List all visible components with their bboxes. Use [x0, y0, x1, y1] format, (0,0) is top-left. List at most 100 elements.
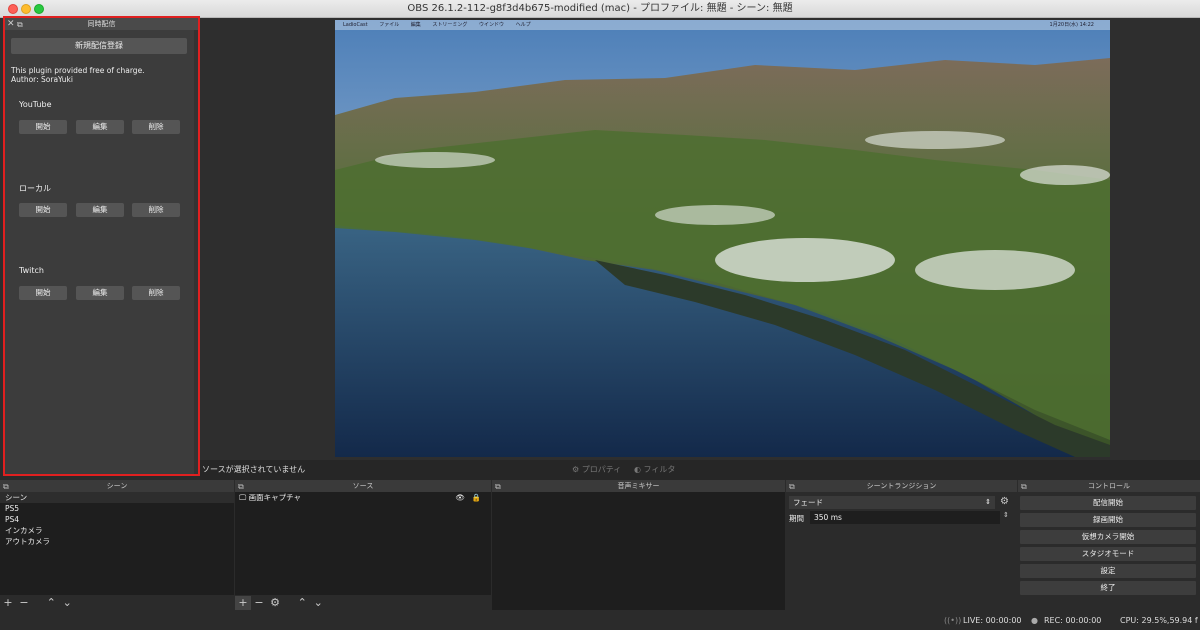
chevron-updown-icon: ⇕	[985, 498, 991, 506]
scenes-title: シーン	[106, 482, 128, 490]
rec-timer: REC: 00:00:00	[1044, 616, 1102, 625]
scene-item[interactable]: PS4	[0, 514, 234, 525]
dock-scrollbar[interactable]	[194, 30, 198, 474]
transitions-title: シーントランジション	[866, 482, 937, 490]
float-dock-icon[interactable]: ⧉	[789, 481, 795, 493]
minimize-window-button[interactable]	[21, 4, 31, 14]
filter-icon: ◐	[634, 465, 641, 474]
duration-label: 期間	[789, 514, 804, 523]
scene-item[interactable]: インカメラ	[0, 525, 234, 536]
lock-icon[interactable]: 🔒	[472, 492, 481, 503]
transition-select[interactable]: フェード ⇕	[789, 496, 995, 509]
preview-menu-item: LadioCast	[343, 22, 368, 28]
local-start-button[interactable]: 開始	[19, 203, 67, 217]
simulcast-dock: ✕ ⧉ 同時配信 新規配信登録 This plugin provided fre…	[3, 16, 200, 476]
youtube-start-button[interactable]: 開始	[19, 120, 67, 134]
twitch-start-button[interactable]: 開始	[19, 286, 67, 300]
window-title: OBS 26.1.2-112-g8f3d4b675-modified (mac)…	[407, 3, 793, 14]
twitch-delete-button[interactable]: 削除	[132, 286, 180, 300]
preview-menu-item: ヘルプ	[515, 22, 531, 28]
duration-input[interactable]: 350 ms	[810, 511, 1000, 524]
preview-menubar: LadioCast ファイル 編集 ストリーミング ウインドウ ヘルプ 1月20…	[335, 20, 1110, 30]
eye-icon[interactable]: 👁	[455, 492, 465, 503]
sources-list: 🖵 画面キャプチャ 👁 🔒	[235, 492, 491, 595]
add-scene-icon[interactable]: +	[0, 596, 16, 610]
properties-label: プロパティ	[581, 465, 622, 474]
exit-button[interactable]: 終了	[1020, 581, 1196, 595]
move-down-icon[interactable]: ⌄	[310, 596, 326, 610]
mixer-title: 音声ミキサー	[617, 482, 660, 490]
transitions-header: ⧉ シーントランジション	[786, 480, 1017, 492]
preview-clock: 1月20日(水) 14:22	[1049, 22, 1094, 28]
monitor-icon: 🖵	[239, 493, 247, 502]
remove-source-icon[interactable]: −	[251, 596, 267, 610]
start-streaming-button[interactable]: 配信開始	[1020, 496, 1196, 510]
scenes-header: ⧉ シーン	[0, 480, 234, 492]
local-delete-button[interactable]: 削除	[132, 203, 180, 217]
properties-button[interactable]: ⚙ プロパティ	[572, 460, 621, 480]
move-down-icon[interactable]: ⌄	[59, 596, 75, 610]
scene-item[interactable]: PS5	[0, 503, 234, 514]
landscape-preview-image	[335, 20, 1110, 457]
source-item-label: 画面キャプチャ	[248, 493, 302, 502]
filters-label: フィルタ	[643, 465, 676, 474]
sources-dock: ⧉ ソース 🖵 画面キャプチャ 👁 🔒 + − ⚙ ⌃ ⌄	[235, 480, 491, 630]
remove-scene-icon[interactable]: −	[16, 596, 32, 610]
service-name-local: ローカル	[19, 184, 51, 193]
preview-menu-item: ウインドウ	[479, 22, 505, 28]
start-virtual-camera-button[interactable]: 仮想カメラ開始	[1020, 530, 1196, 544]
start-recording-button[interactable]: 録画開始	[1020, 513, 1196, 527]
controls-header: ⧉ コントロール	[1018, 480, 1200, 492]
duration-value: 350 ms	[814, 513, 842, 522]
register-stream-button[interactable]: 新規配信登録	[11, 38, 187, 54]
add-source-icon[interactable]: +	[235, 596, 251, 610]
service-name-twitch: Twitch	[19, 266, 44, 275]
local-edit-button[interactable]: 編集	[76, 203, 124, 217]
service-name-youtube: YouTube	[19, 100, 52, 109]
move-up-icon[interactable]: ⌃	[294, 596, 310, 610]
audio-mixer-dock: ⧉ 音声ミキサー	[492, 480, 785, 630]
status-bar: ((•)) LIVE: 00:00:00 ● REC: 00:00:00 CPU…	[0, 612, 1200, 630]
live-timer: LIVE: 00:00:00	[963, 616, 1022, 625]
transition-type: フェード	[793, 498, 823, 507]
close-icon[interactable]: ✕	[7, 18, 15, 30]
settings-button[interactable]: 設定	[1020, 564, 1196, 578]
source-item[interactable]: 🖵 画面キャプチャ 👁 🔒	[235, 492, 491, 503]
transitions-dock: ⧉ シーントランジション フェード ⇕ ⚙ 期間 350 ms ⇕	[786, 480, 1017, 630]
scenes-list: シーン PS5 PS4 インカメラ アウトカメラ	[0, 492, 234, 595]
simulcast-title: 同時配信	[87, 20, 116, 28]
stepper-icon[interactable]: ⇕	[1003, 511, 1009, 519]
youtube-edit-button[interactable]: 編集	[76, 120, 124, 134]
mixer-header: ⧉ 音声ミキサー	[492, 480, 785, 492]
move-up-icon[interactable]: ⌃	[43, 596, 59, 610]
no-source-label: ソースが選択されていません	[202, 465, 306, 474]
rec-dot-icon: ●	[1031, 616, 1038, 625]
plugin-info-line: This plugin provided free of charge.	[11, 66, 145, 75]
twitch-edit-button[interactable]: 編集	[76, 286, 124, 300]
preview-menu-item: ストリーミング	[432, 22, 468, 28]
controls-title: コントロール	[1088, 482, 1130, 490]
sources-header: ⧉ ソース	[235, 480, 491, 492]
scene-item[interactable]: シーン	[0, 492, 234, 503]
simulcast-body: 新規配信登録 This plugin provided free of char…	[5, 30, 195, 474]
float-dock-icon[interactable]: ⧉	[1021, 481, 1027, 493]
gear-icon: ⚙	[572, 465, 580, 474]
close-window-button[interactable]	[8, 4, 18, 14]
youtube-delete-button[interactable]: 削除	[132, 120, 180, 134]
studio-mode-button[interactable]: スタジオモード	[1020, 547, 1196, 561]
plugin-author-line: Author: SoraYuki	[11, 75, 73, 84]
plugin-info: This plugin provided free of charge. Aut…	[11, 66, 145, 84]
filters-button[interactable]: ◐ フィルタ	[634, 460, 675, 480]
program-preview[interactable]: LadioCast ファイル 編集 ストリーミング ウインドウ ヘルプ 1月20…	[335, 20, 1110, 457]
simulcast-dock-title: ✕ ⧉ 同時配信	[5, 18, 198, 30]
gear-icon[interactable]: ⚙	[267, 596, 283, 610]
gear-icon[interactable]: ⚙	[1000, 496, 1009, 507]
sources-toolbar: + − ⚙ ⌃ ⌄	[235, 596, 491, 610]
scene-item[interactable]: アウトカメラ	[0, 536, 234, 547]
mixer-area	[492, 492, 785, 610]
sources-title: ソース	[352, 482, 374, 490]
scenes-toolbar: + − ⌃ ⌄	[0, 596, 234, 610]
broadcast-icon: ((•))	[944, 616, 962, 625]
zoom-window-button[interactable]	[34, 4, 44, 14]
scenes-dock: ⧉ シーン シーン PS5 PS4 インカメラ アウトカメラ + − ⌃ ⌄	[0, 480, 234, 630]
